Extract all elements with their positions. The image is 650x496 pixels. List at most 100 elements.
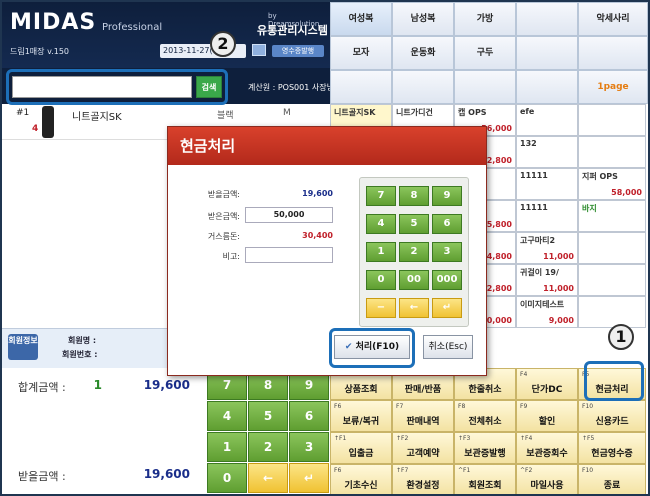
category-button[interactable]: 운동화 (392, 36, 454, 70)
dialog-keypad-key[interactable]: 1 (366, 242, 396, 262)
category-button[interactable]: 가방 (454, 2, 516, 36)
category-button[interactable]: 구두 (454, 36, 516, 70)
product-tile[interactable]: 지퍼 OPS 58,000 (578, 168, 646, 200)
function-key-code: F7 (396, 403, 404, 410)
item-thumbnail (42, 106, 54, 138)
product-tile[interactable]: 고구마티2 11,000 (516, 232, 578, 264)
function-key-label: 보관증발행 (464, 449, 506, 459)
category-button[interactable]: 여성복 (330, 2, 392, 36)
category-button[interactable]: 남성복 (392, 2, 454, 36)
keypad-key[interactable]: 5 (248, 401, 288, 431)
function-key-code: ↑F1 (334, 435, 347, 442)
function-key[interactable]: ^F1 회원조회 (454, 464, 516, 494)
monitor-icon[interactable] (252, 44, 266, 56)
dialog-keypad-key[interactable]: 2 (399, 242, 429, 262)
dialog-keypad-key[interactable]: 00 (399, 270, 429, 290)
member-info-tag[interactable]: 회원정보 (8, 334, 38, 360)
category-button[interactable] (516, 36, 578, 70)
product-tile[interactable] (578, 104, 646, 136)
receipt-button[interactable]: 영수증발행 (272, 45, 324, 57)
keypad-key[interactable]: 6 (289, 401, 329, 431)
dialog-keypad-key[interactable]: 000 (432, 270, 462, 290)
product-tile[interactable]: 이미지테스트 9,000 (516, 296, 578, 328)
product-tile[interactable]: 11111 (516, 200, 578, 232)
product-tile[interactable] (578, 296, 646, 328)
pos-window: MIDAS Professional by Dreamsolution 유통관리… (0, 0, 650, 496)
function-key-code: F10 (582, 403, 594, 410)
product-tile[interactable] (578, 136, 646, 168)
function-key-code: ^F1 (458, 467, 471, 474)
category-button[interactable] (578, 36, 648, 70)
change-value: 30,400 (302, 231, 333, 240)
function-key[interactable]: F9 할인 (516, 400, 578, 432)
function-key[interactable]: F6 기초수신 (330, 464, 392, 494)
dialog-keypad-key[interactable]: ↵ (432, 298, 462, 318)
category-button[interactable] (392, 70, 454, 104)
keypad-key[interactable]: ↵ (289, 463, 329, 493)
product-tile[interactable]: 11111 (516, 168, 578, 200)
keypad-key[interactable]: 2 (248, 432, 288, 462)
function-key-label: 환경설정 (406, 481, 440, 491)
dialog-keypad-key[interactable]: 8 (399, 186, 429, 206)
category-button[interactable] (516, 70, 578, 104)
function-key[interactable]: ^F2 마일사용 (516, 464, 578, 494)
keypad-key[interactable]: 3 (289, 432, 329, 462)
function-key[interactable]: F10 신용카드 (578, 400, 646, 432)
function-key[interactable]: F10 종료 (578, 464, 646, 494)
dialog-keypad-key[interactable]: 7 (366, 186, 396, 206)
dialog-keypad-key[interactable]: 9 (432, 186, 462, 206)
item-no: #1 (16, 108, 30, 118)
store-label: 드림1매장 v.150 (10, 47, 69, 56)
function-key[interactable]: ↑F5 현금영수증 (578, 432, 646, 464)
callout-badge-1: 1 (608, 324, 634, 350)
product-name: 니트골지SK (334, 108, 376, 117)
function-key-label: 마일사용 (530, 481, 564, 491)
cancel-button[interactable]: 취소(Esc) (423, 335, 473, 359)
category-button[interactable] (516, 2, 578, 36)
product-tile[interactable]: efe (516, 104, 578, 136)
memo-input[interactable] (245, 247, 333, 263)
dialog-keypad-key[interactable]: 4 (366, 214, 396, 234)
dialog-keypad-key[interactable]: 0 (366, 270, 396, 290)
dialog-keypad-key[interactable]: ← (399, 298, 429, 318)
keypad-key[interactable]: 4 (207, 401, 247, 431)
dialog-keypad-key[interactable]: 5 (399, 214, 429, 234)
function-key-label: 입출금 (348, 449, 374, 459)
function-key[interactable]: F6 보류/복귀 (330, 400, 392, 432)
function-key-code: ↑F2 (396, 435, 409, 442)
function-key[interactable]: F7 판매내역 (392, 400, 454, 432)
product-tile[interactable] (578, 264, 646, 296)
product-tile[interactable]: 귀걸이 19/11,000 (516, 264, 578, 296)
function-key[interactable]: ↑F4 보관증회수 (516, 432, 578, 464)
category-button[interactable] (454, 70, 516, 104)
due-value: 19,600 (302, 189, 333, 198)
product-name: efe (520, 107, 535, 116)
function-key[interactable]: F4 단가DC (516, 368, 578, 400)
function-key[interactable]: ↑F3 보관증발행 (454, 432, 516, 464)
function-key-code: F10 (582, 467, 594, 474)
dialog-keypad-key[interactable]: 3 (432, 242, 462, 262)
function-key[interactable]: ↑F1 입출금 (330, 432, 392, 464)
product-tile[interactable] (578, 232, 646, 264)
dialog-keypad-key[interactable]: 6 (432, 214, 462, 234)
received-label: 받은금액: (207, 212, 240, 221)
received-input[interactable]: 50,000 (245, 207, 333, 223)
category-button[interactable] (330, 70, 392, 104)
keypad-key[interactable]: 0 (207, 463, 247, 493)
function-key[interactable]: ↑F7 환경설정 (392, 464, 454, 494)
product-name: 11111 (520, 203, 548, 212)
function-key[interactable]: F8 전체취소 (454, 400, 516, 432)
function-key-label: 고객예약 (406, 449, 440, 459)
product-tile[interactable]: 132 (516, 136, 578, 168)
keypad-key[interactable]: ← (248, 463, 288, 493)
category-button[interactable]: 모자 (330, 36, 392, 70)
function-key-label: 상품조회 (344, 385, 378, 395)
function-key[interactable]: ↑F2 고객예약 (392, 432, 454, 464)
product-tile[interactable]: 바지 (578, 200, 646, 232)
dialog-keypad-key[interactable]: − (366, 298, 396, 318)
confirm-button[interactable]: ✔ 처리(F10) (334, 335, 410, 359)
category-button[interactable]: 악세사리 (578, 2, 648, 36)
keypad-key[interactable]: 1 (207, 432, 247, 462)
category-button[interactable]: 1page (578, 70, 648, 104)
function-key-label: 단가DC (531, 385, 563, 395)
